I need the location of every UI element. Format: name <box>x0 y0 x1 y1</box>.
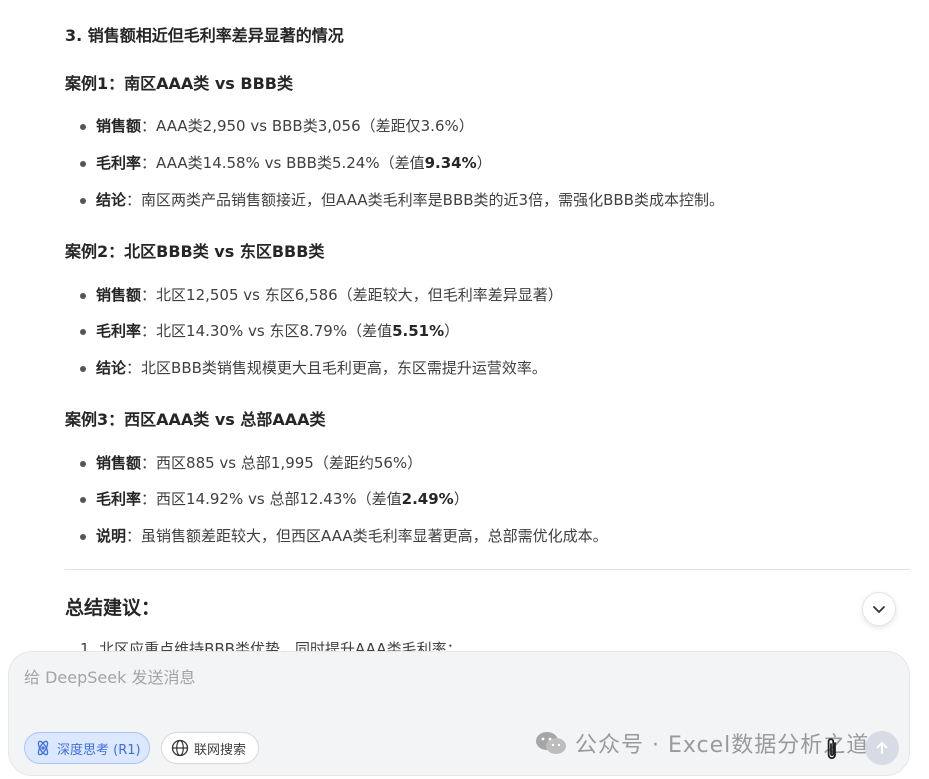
case-title: 案例2：北区BBB类 vs 东区BBB类 <box>65 242 325 261</box>
highlight-value: 9.34% <box>424 154 477 172</box>
item-label: 结论 <box>96 359 127 377</box>
bullet-dot <box>80 534 86 540</box>
chevron-down-icon <box>873 606 885 613</box>
item-text: 南区两类产品销售额接近，但AAA类毛利率是BBB类的近3倍，需强化BBB类成本控… <box>141 191 724 209</box>
collapse-button[interactable] <box>862 592 896 626</box>
atom-icon <box>37 740 49 756</box>
item-text: 虽销售额差距较大，但西区AAA类毛利率显著更高，总部需优化成本。 <box>141 527 608 545</box>
divider <box>65 569 910 570</box>
item-label: 毛利率 <box>96 154 142 172</box>
highlight-value: 2.49% <box>401 490 454 508</box>
bullet-dot <box>80 198 86 204</box>
item-label: 销售额 <box>96 286 142 304</box>
paperclip-icon <box>827 738 836 760</box>
case-title: 案例3：西区AAA类 vs 总部AAA类 <box>65 410 326 429</box>
bullet-dot <box>80 366 86 372</box>
item-label: 销售额 <box>96 454 142 472</box>
bullet-dot <box>80 329 86 335</box>
item-text: 北区14.30% vs 东区8.79%（差值 <box>156 322 393 340</box>
bullet-dot <box>80 293 86 299</box>
item-text: 北区12,505 vs 东区6,586（差距较大，但毛利率差异显著） <box>156 286 563 304</box>
globe-icon <box>171 739 189 757</box>
bullet-dot <box>80 124 86 130</box>
message-input[interactable]: 给 DeepSeek 发送消息 <box>24 666 784 690</box>
highlight-value: 5.51% <box>392 322 445 340</box>
send-button[interactable] <box>865 731 899 765</box>
attach-button[interactable] <box>821 734 843 764</box>
arrow-up-icon <box>876 742 888 754</box>
section-title: 3. 销售额相近但毛利率差异显著的情况 <box>65 26 344 45</box>
watermark: 公众号 · Excel数据分析之道 <box>535 727 869 759</box>
item-label: 说明 <box>96 527 127 545</box>
bullet-dot <box>80 461 86 467</box>
item-label: 毛利率 <box>96 490 142 508</box>
item-label: 销售额 <box>96 117 142 135</box>
item-label: 结论 <box>96 191 127 209</box>
item-text: 西区885 vs 总部1,995（差距约56%） <box>156 454 423 472</box>
web-search-button[interactable]: 联网搜索 <box>161 732 259 764</box>
item-text: 西区14.92% vs 总部12.43%（差值 <box>156 490 402 508</box>
wechat-icon <box>536 732 566 754</box>
web-search-label: 联网搜索 <box>194 742 247 758</box>
deep-think-button[interactable]: 深度思考 (R1) <box>24 732 150 764</box>
item-text: AAA类2,950 vs BBB类3,056（差距仅3.6%） <box>156 117 474 135</box>
item-label: 毛利率 <box>96 322 142 340</box>
item-text: AAA类14.58% vs BBB类5.24%（差值 <box>156 154 425 172</box>
bullet-dot <box>80 497 86 503</box>
item-text: 北区BBB类销售规模更大且毛利更高，东区需提升运营效率。 <box>141 359 547 377</box>
summary-first-item: 1. 北区应重点维持BBB类优势，同时提升AAA类毛利率； <box>80 640 462 652</box>
summary-title: 总结建议： <box>65 597 161 619</box>
bullet-dot <box>80 161 86 167</box>
case-title: 案例1：南区AAA类 vs BBB类 <box>65 74 293 93</box>
deep-think-label: 深度思考 (R1) <box>57 742 141 758</box>
